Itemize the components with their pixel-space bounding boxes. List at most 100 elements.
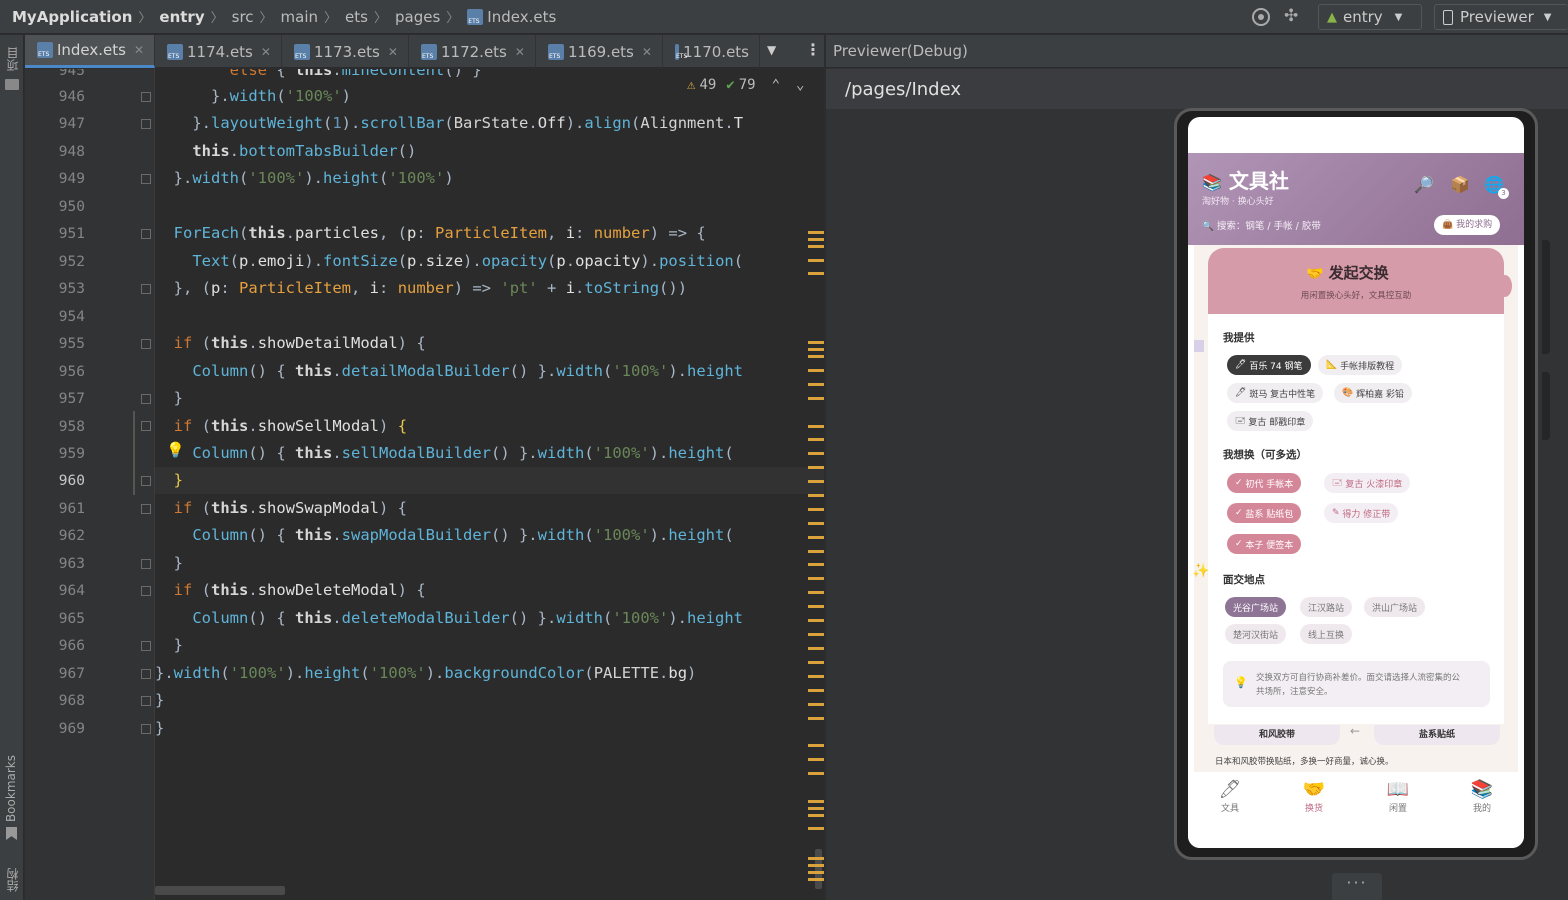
offer-chip[interactable]: 🎨 辉柏嘉 彩铅 [1334,383,1412,403]
want-chip[interactable]: 🖃 复古 火漆印章 [1324,473,1411,493]
scroll-marker[interactable] [808,758,824,761]
fold-marker-icon[interactable] [141,559,151,569]
code-editor[interactable]: 945 946 947 948 949 950 951 952 953 954 … [25,69,824,900]
chevron-up-icon[interactable]: ⌃ [772,77,780,93]
close-icon[interactable]: ✕ [134,43,144,57]
scroll-marker[interactable] [808,864,824,867]
nav-item-swap[interactable]: 🤝 换货 [1284,779,1344,814]
magnifier-icon[interactable]: 🔎 [1414,175,1434,194]
module-select[interactable]: ▲ entry ▼ [1318,4,1422,30]
offer-chip[interactable]: 🖃 复古 邮戳印章 [1227,411,1314,431]
tab-1169[interactable]: 1169.ets ✕ [536,35,663,68]
vertical-scrollbar[interactable] [815,849,822,889]
scroll-marker[interactable] [808,466,824,469]
want-chip[interactable]: ✎ 得力 修正带 [1324,503,1399,523]
fold-marker-icon[interactable] [141,724,151,734]
scroll-marker[interactable] [808,522,824,525]
close-icon[interactable]: ✕ [515,45,525,59]
fold-marker-icon[interactable] [141,641,151,651]
scroll-marker[interactable] [808,807,824,810]
previewer-button[interactable]: Previewer ▼ [1434,4,1568,30]
scroll-marker[interactable] [808,591,824,594]
place-chip[interactable]: 楚河汉街站 [1225,624,1287,644]
breadcrumb-entry[interactable]: entry [153,8,208,26]
fold-marker-icon[interactable] [141,284,151,294]
nav-item-idle[interactable]: 📖 闲置 [1368,779,1428,814]
bookmark-icon[interactable] [6,827,17,840]
scroll-marker[interactable] [808,245,824,248]
tab-list-chevron-icon[interactable]: ▼ [767,43,776,57]
project-tool-label[interactable]: 项目 [4,47,21,71]
close-icon[interactable]: ✕ [642,45,652,59]
breadcrumb-ets[interactable]: ets [339,8,372,26]
tab-1172[interactable]: 1172.ets ✕ [409,35,536,68]
scroll-marker[interactable] [808,633,824,636]
offer-chip[interactable]: 📐 手帐排版教程 [1318,355,1403,375]
want-chip-selected[interactable]: ✓ 本子 便签本 [1227,534,1302,554]
scroll-marker[interactable] [808,355,824,358]
fold-marker-icon[interactable] [141,339,151,349]
wish-button[interactable]: 👜 我的求购 [1434,215,1501,235]
search-bar[interactable]: 🔍 搜索：钢笔 / 手帐 / 胶带 [1202,218,1321,232]
fold-marker-icon[interactable] [141,421,151,431]
scroll-marker[interactable] [808,508,824,511]
fold-marker-icon[interactable] [141,174,151,184]
tab-1170[interactable]: 1170.ets [663,35,760,68]
offer-chip[interactable]: 🖊 斑马 复古中性笔 [1227,383,1324,403]
structure-tool-label[interactable]: 结构 [4,868,21,892]
bug-icon[interactable]: ✣ [1284,6,1298,26]
nav-item-me[interactable]: 📚 我的 [1452,779,1512,814]
place-chip[interactable]: 洪山广场站 [1364,597,1426,617]
scroll-marker[interactable] [808,661,824,664]
scroll-marker[interactable] [808,397,824,400]
fold-marker-icon[interactable] [141,696,151,706]
scroll-marker[interactable] [808,878,824,881]
scroll-marker[interactable] [808,438,824,441]
scroll-marker[interactable] [808,369,824,372]
place-chip[interactable]: 江汉路站 [1300,597,1353,617]
scroll-marker[interactable] [808,647,824,650]
package-icon[interactable]: 📦 [1450,175,1470,194]
scroll-marker[interactable] [808,536,824,539]
bookmarks-tool-label[interactable]: Bookmarks [4,755,18,822]
swap-right-item[interactable]: 盐系贴纸 [1374,725,1500,745]
fold-marker-icon[interactable] [141,119,151,129]
fold-marker-icon[interactable] [141,504,151,514]
swap-left-item[interactable]: 和风胶带 [1214,725,1340,745]
close-icon[interactable]: ✕ [261,45,271,59]
more-horizontal-icon[interactable]: ··· [1332,873,1382,900]
scroll-marker[interactable] [808,238,824,241]
scroll-marker[interactable] [808,871,824,874]
scroll-marker[interactable] [808,231,824,234]
scroll-marker[interactable] [808,689,824,692]
scroll-marker[interactable] [808,577,824,580]
scroll-marker[interactable] [808,272,824,275]
breadcrumb-project[interactable]: MyApplication [0,8,136,26]
horizontal-scrollbar[interactable] [155,886,285,895]
scroll-marker[interactable] [808,744,824,747]
want-chip-selected[interactable]: ✓ 初代 手帐本 [1227,473,1302,493]
fold-marker-icon[interactable] [141,669,151,679]
scroll-marker[interactable] [808,772,824,775]
scroll-marker[interactable] [808,452,824,455]
tab-index[interactable]: Index.ets ✕ [25,35,155,68]
scroll-marker[interactable] [808,675,824,678]
scroll-marker[interactable] [808,563,824,566]
close-icon[interactable]: ✕ [388,45,398,59]
breadcrumb-file[interactable]: Index.ets [461,8,560,26]
scroll-marker[interactable] [808,383,824,386]
breadcrumb-main[interactable]: main [275,8,322,26]
chevron-down-icon[interactable]: ⌄ [796,77,804,93]
fold-marker-icon[interactable] [141,394,151,404]
more-vertical-icon[interactable]: ⋮ [805,40,821,59]
scroll-marker[interactable] [808,550,824,553]
scroll-marker[interactable] [808,814,824,817]
fold-marker-icon[interactable] [141,92,151,102]
place-chip[interactable]: 线上互换 [1300,624,1353,644]
tab-1173[interactable]: 1173.ets ✕ [282,35,409,68]
want-chip-selected[interactable]: ✓ 盐系 贴纸包 [1227,503,1302,523]
breadcrumb-pages[interactable]: pages [389,8,444,26]
fold-marker-icon[interactable] [141,229,151,239]
fold-marker-icon[interactable] [141,476,151,486]
fold-marker-icon[interactable] [141,586,151,596]
